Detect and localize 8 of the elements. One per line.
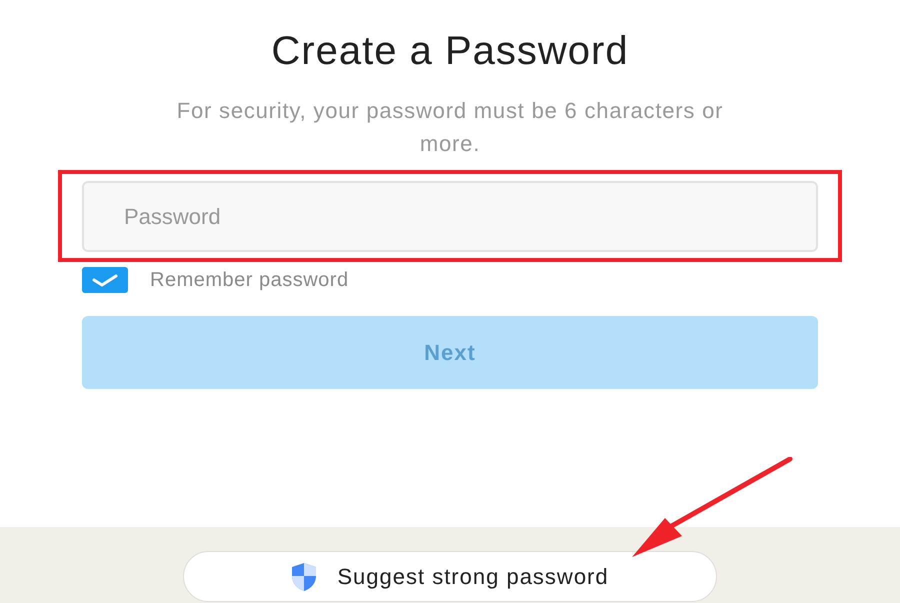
check-icon — [91, 272, 119, 288]
security-hint: For security, your password must be 6 characters or more. — [176, 97, 724, 158]
suggest-password-button[interactable]: Suggest strong password — [183, 551, 717, 602]
shield-icon — [291, 562, 318, 592]
remember-label: Remember password — [150, 268, 349, 292]
remember-checkbox[interactable] — [82, 267, 128, 293]
page-title: Create a Password — [270, 28, 630, 74]
password-field[interactable]: Password — [82, 181, 818, 252]
